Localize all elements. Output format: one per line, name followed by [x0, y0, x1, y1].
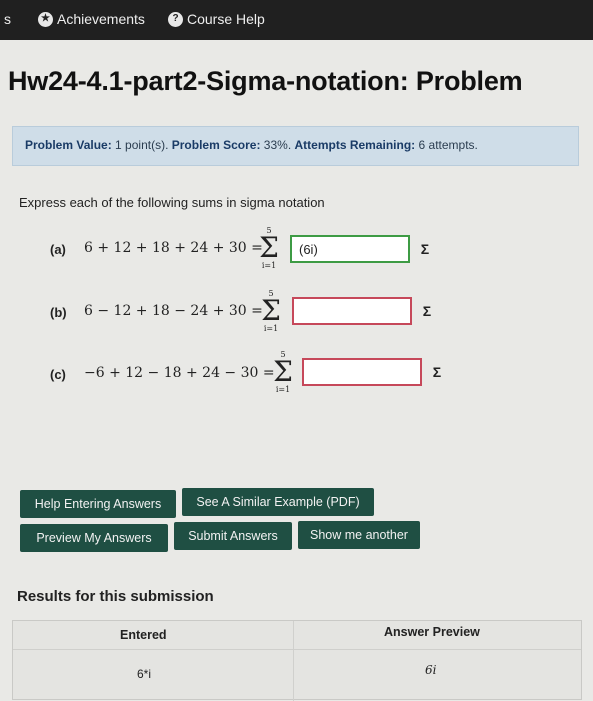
nav-fragment: s	[4, 11, 11, 27]
attempts-label: Attempts Remaining:	[294, 138, 416, 152]
submit-answers-button[interactable]: Submit Answers	[174, 522, 292, 550]
problem-a-expression: 6 + 12 + 18 + 24 + 30 =	[84, 240, 263, 256]
problem-a-answer-input[interactable]: (6i)	[290, 235, 410, 263]
problem-b-expression: 6 − 12 + 18 − 24 + 30 =	[84, 303, 263, 319]
problem-a-equation-editor-button[interactable]: Σ	[410, 236, 440, 262]
problem-b-answer-input[interactable]	[292, 297, 412, 325]
problem-c-sigma: 5 Σ i=1	[270, 350, 296, 394]
preview-answers-button[interactable]: Preview My Answers	[20, 524, 168, 552]
top-navbar: s ★ Achievements ? Course Help	[0, 0, 593, 40]
problem-value-label: Problem Value:	[25, 138, 112, 152]
problem-score-label: Problem Score:	[171, 138, 261, 152]
star-icon: ★	[38, 11, 53, 27]
problem-c-expression: −6 + 12 − 18 + 24 − 30 =	[84, 365, 275, 381]
table-header-divider	[13, 649, 581, 650]
problem-b-label: (b)	[50, 305, 67, 320]
problem-c-equation-editor-button[interactable]: Σ	[422, 359, 452, 385]
sigma-icon: Σ	[273, 355, 293, 388]
nav-course-help[interactable]: ? Course Help	[168, 11, 265, 27]
attempts-remaining: 6 attempts.	[418, 138, 478, 152]
see-similar-example-button[interactable]: See A Similar Example (PDF)	[182, 488, 374, 516]
nav-achievements-label: Achievements	[57, 11, 145, 27]
col-header-entered: Entered	[120, 628, 167, 642]
problem-info-box: Problem Value: 1 point(s). Problem Score…	[12, 126, 579, 166]
sigma-icon: Σ	[259, 231, 279, 264]
result-preview-cell: 6i	[425, 663, 437, 677]
problem-b-equation-editor-button[interactable]: Σ	[412, 298, 442, 324]
problem-b-sigma: 5 Σ i=1	[258, 289, 284, 333]
nav-course-help-label: Course Help	[187, 11, 265, 27]
problem-score: 33%.	[263, 138, 292, 152]
problem-a-sigma: 5 Σ i=1	[256, 226, 282, 270]
nav-achievements[interactable]: ★ Achievements	[38, 11, 145, 27]
results-table: Entered Answer Preview 6*i 6i	[12, 620, 582, 701]
problem-a-label: (a)	[50, 242, 66, 257]
question-icon: ?	[168, 11, 183, 27]
results-heading: Results for this submission	[17, 588, 214, 605]
problem-c-answer-input[interactable]	[302, 358, 422, 386]
problem-prompt: Express each of the following sums in si…	[19, 195, 325, 210]
problem-value: 1 point(s).	[115, 138, 169, 152]
col-header-answer-preview: Answer Preview	[384, 625, 480, 639]
show-me-another-button[interactable]: Show me another	[298, 521, 420, 549]
result-entered-cell: 6*i	[137, 667, 152, 681]
page-title: Hw24-4.1-part2-Sigma-notation: Problem	[8, 66, 523, 96]
help-entering-answers-button[interactable]: Help Entering Answers	[20, 490, 176, 518]
table-column-divider	[293, 621, 294, 701]
sigma-icon: Σ	[261, 294, 281, 327]
problem-c-label: (c)	[50, 367, 66, 382]
